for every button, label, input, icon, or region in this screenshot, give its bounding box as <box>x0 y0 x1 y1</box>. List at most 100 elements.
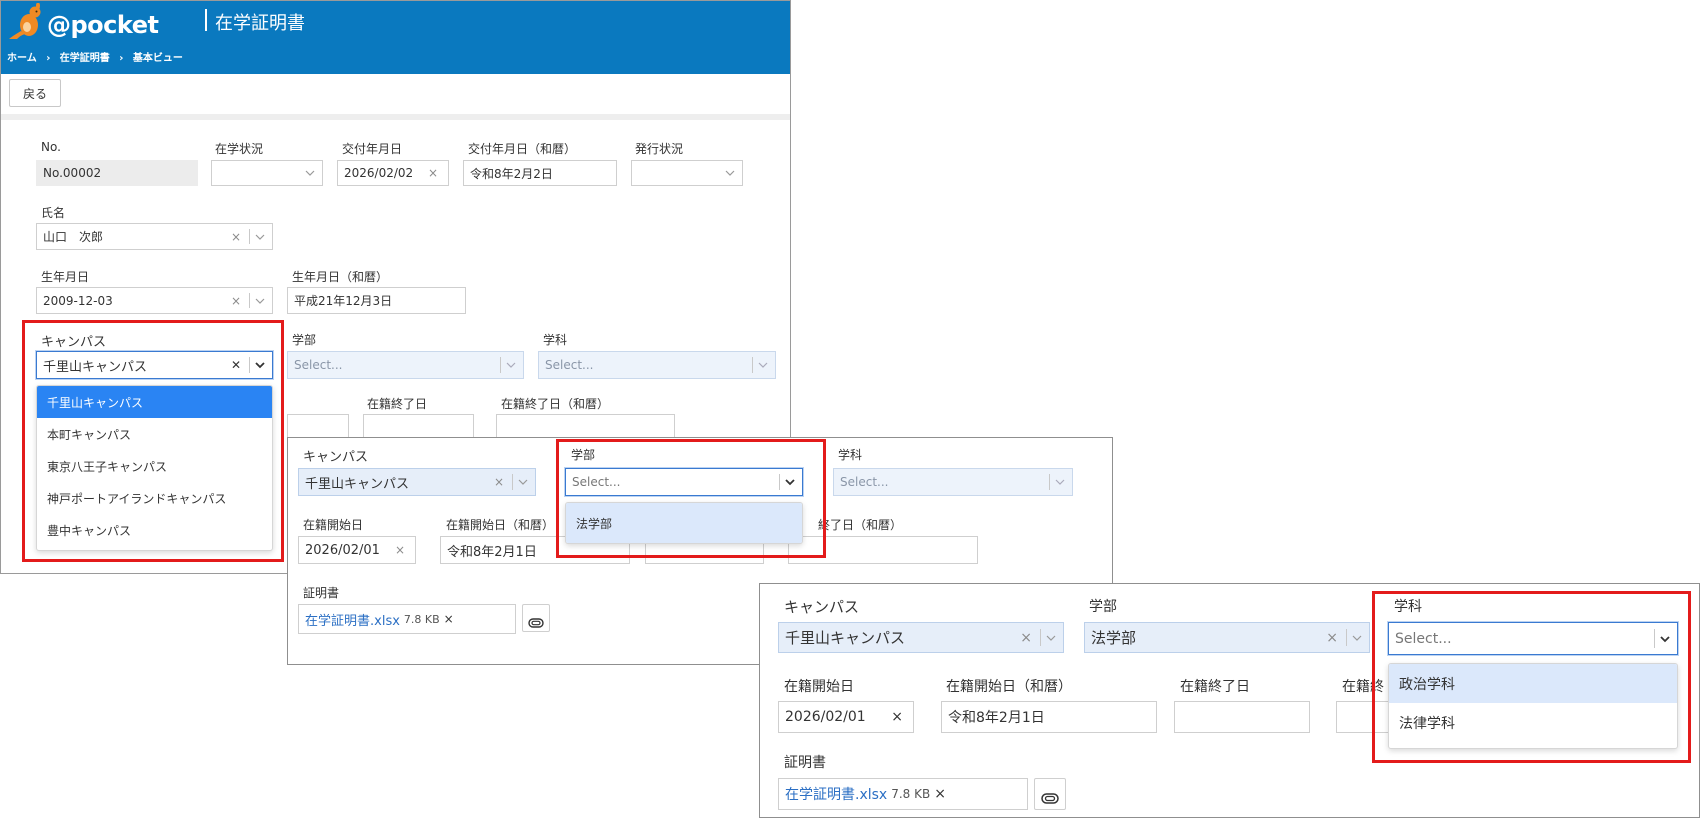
campus-dropdown-menu: 千里山キャンパス 本町キャンパス 東京八王子キャンパス 神戸ポートアイランドキャ… <box>36 385 273 551</box>
p3-enroll-start-label: 在籍開始日 <box>784 679 854 695</box>
p3-enroll-end-jp-input[interactable] <box>1336 701 1396 733</box>
p2-campus-select[interactable]: 千里山キャンパス × <box>298 468 536 496</box>
p3-department-select[interactable]: Select... <box>1388 622 1678 655</box>
breadcrumb-home[interactable]: ホーム <box>7 53 37 64</box>
app-header: @pocket 在学証明書 ホーム › 在学証明書 › 基本ビュー <box>1 1 790 74</box>
issue-date-jp-label: 交付年月日（和暦） <box>468 142 577 156</box>
p2-attach-button[interactable] <box>522 604 550 632</box>
department-select[interactable]: Select... <box>538 351 776 379</box>
p3-enroll-start-input[interactable]: 2026/02/01 × <box>778 701 914 733</box>
chevron-down-icon <box>254 231 266 243</box>
clear-icon[interactable]: × <box>428 166 438 180</box>
chevron-down-icon <box>1045 632 1057 644</box>
issue-status-select[interactable] <box>631 160 743 186</box>
enroll-end-jp-label: 在籍終了日（和暦） <box>501 397 610 411</box>
chevron-down-icon[interactable] <box>254 359 266 371</box>
name-select[interactable]: 山口 次郎 × <box>36 223 273 250</box>
clear-icon[interactable]: × <box>891 709 903 725</box>
p2-enroll-end-jp-input[interactable] <box>788 536 978 564</box>
clear-icon[interactable]: × <box>231 230 241 244</box>
faculty-option[interactable]: 法学部 <box>566 503 802 543</box>
faculty-label: 学部 <box>292 333 317 347</box>
p3-campus-label: キャンパス <box>784 598 860 616</box>
p3-cert-file-field[interactable]: 在学証明書.xlsx 7.8 KB × <box>778 778 1028 810</box>
clear-icon[interactable]: × <box>494 475 504 489</box>
p2-department-label: 学科 <box>838 448 863 462</box>
breadcrumb-certificate[interactable]: 在学証明書 <box>60 53 110 64</box>
clear-icon[interactable]: ✕ <box>231 358 241 372</box>
p2-faculty-label: 学部 <box>571 448 596 462</box>
campus-option[interactable]: 千里山キャンパス <box>37 386 272 418</box>
p2-department-select[interactable]: Select... <box>833 468 1073 496</box>
enroll-end-label: 在籍終了日 <box>367 397 428 411</box>
file-remove-icon[interactable]: × <box>444 612 454 626</box>
p2-enroll-start-input[interactable]: 2026/02/01 × <box>298 536 416 564</box>
p3-cert-file-link[interactable]: 在学証明書.xlsx <box>785 784 887 804</box>
department-step-window: キャンパス 千里山キャンパス × 学部 法学部 × 学科 Select... 在… <box>759 583 1700 818</box>
chevron-down-icon <box>1054 476 1066 488</box>
name-label: 氏名 <box>41 206 66 220</box>
paperclip-icon <box>528 613 544 628</box>
clear-icon[interactable]: × <box>395 543 405 557</box>
issue-date-label: 交付年月日 <box>342 142 403 156</box>
p2-cert-file-field[interactable]: 在学証明書.xlsx 7.8 KB × <box>298 604 516 634</box>
faculty-select[interactable]: Select... <box>287 351 524 379</box>
p2-cert-file-size: 7.8 KB <box>403 612 440 626</box>
campus-option[interactable]: 東京八王子キャンパス <box>37 450 272 482</box>
faculty-dropdown-menu: 法学部 <box>565 502 803 544</box>
breadcrumb-basic-view: 基本ビュー <box>132 53 183 64</box>
p3-enroll-end-label: 在籍終了日 <box>1180 679 1250 695</box>
p3-enroll-end-input[interactable] <box>1174 701 1310 733</box>
chevron-down-icon[interactable] <box>1659 633 1671 645</box>
clear-icon[interactable]: × <box>231 294 241 308</box>
p2-cert-file-link[interactable]: 在学証明書.xlsx <box>305 610 400 629</box>
chevron-down-icon <box>757 359 769 371</box>
p3-campus-select[interactable]: 千里山キャンパス × <box>778 622 1064 653</box>
page-title: 在学証明書 <box>215 13 305 34</box>
p3-attach-button[interactable] <box>1034 778 1066 810</box>
breadcrumb: ホーム › 在学証明書 › 基本ビュー <box>7 53 183 64</box>
p3-enroll-start-jp-input[interactable]: 令和8年2月1日 <box>941 701 1157 733</box>
p2-enroll-end-jp-label: 終了日（和暦） <box>818 518 903 532</box>
campus-option[interactable]: 豊中キャンパス <box>37 514 272 546</box>
header-divider <box>205 9 207 31</box>
campus-label: キャンパス <box>41 335 107 350</box>
birth-label: 生年月日 <box>41 270 90 284</box>
toolbar-divider <box>1 114 790 120</box>
p2-cert-label: 証明書 <box>303 586 340 600</box>
birth-jp-input[interactable]: 平成21年12月3日 <box>287 287 466 314</box>
status-select[interactable] <box>211 160 323 186</box>
department-dropdown-menu: 政治学科 法律学科 <box>1388 663 1678 749</box>
birth-jp-label: 生年月日（和暦） <box>292 270 389 284</box>
p3-enroll-end-jp-label-partial: 在籍終 <box>1342 679 1384 695</box>
birth-select[interactable]: 2009-12-03 × <box>36 287 273 314</box>
p3-department-label: 学科 <box>1394 599 1422 615</box>
campus-option[interactable]: 本町キャンパス <box>37 418 272 450</box>
issue-date-input[interactable]: 2026/02/02 × <box>337 160 449 186</box>
file-remove-icon[interactable]: × <box>934 786 946 802</box>
department-option[interactable]: 政治学科 <box>1389 664 1677 703</box>
p3-faculty-label: 学部 <box>1089 599 1117 615</box>
kangaroo-logo-icon <box>7 2 49 41</box>
chevron-down-icon[interactable] <box>784 476 796 488</box>
campus-select[interactable]: 千里山キャンパス ✕ <box>36 351 273 379</box>
clear-icon[interactable]: × <box>1020 630 1032 646</box>
department-label: 学科 <box>543 333 568 347</box>
no-field: No.00002 <box>36 160 198 186</box>
no-label: No. <box>41 140 61 154</box>
logo-text: @pocket <box>47 11 159 39</box>
clear-icon[interactable]: × <box>1326 630 1338 646</box>
p3-cert-label: 証明書 <box>784 755 826 771</box>
issue-date-jp-input[interactable]: 令和8年2月2日 <box>463 160 617 186</box>
chevron-down-icon <box>724 167 736 179</box>
p2-enroll-start-label: 在籍開始日 <box>303 518 364 532</box>
paperclip-icon <box>1041 789 1059 804</box>
department-option[interactable]: 法律学科 <box>1389 703 1677 742</box>
campus-option[interactable]: 神戸ポートアイランドキャンパス <box>37 482 272 514</box>
p3-faculty-select[interactable]: 法学部 × <box>1084 622 1370 653</box>
back-button[interactable]: 戻る <box>9 79 61 107</box>
p2-campus-label: キャンパス <box>303 450 369 465</box>
status-label: 在学状況 <box>215 142 264 156</box>
p2-faculty-select[interactable]: Select... <box>565 468 803 496</box>
chevron-down-icon <box>517 476 529 488</box>
